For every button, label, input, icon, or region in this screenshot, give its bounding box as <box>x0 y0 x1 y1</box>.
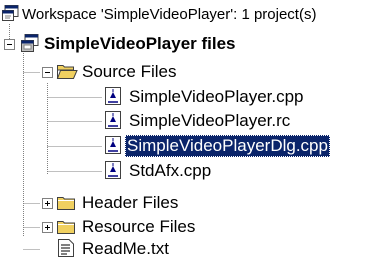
tree-row-file-readme[interactable]: ReadMe.txt <box>0 236 374 262</box>
readme-label: ReadMe.txt <box>82 239 169 258</box>
tree-row-folder-header-files[interactable]: Header Files <box>0 190 374 216</box>
header-files-label: Header Files <box>82 193 179 212</box>
cpp-file-icon <box>105 87 121 105</box>
folder-open-icon <box>56 65 78 79</box>
tree-row-file[interactable]: StdAfx.cpp <box>0 158 374 184</box>
tree-row-file[interactable]: SimpleVideoPlayer.cpp <box>0 84 374 110</box>
resource-files-expand-toggle[interactable] <box>42 222 53 233</box>
tree-row-file-selected[interactable]: SimpleVideoPlayerDlg.cpp <box>0 133 374 159</box>
cpp-file-icon <box>105 161 121 179</box>
project-label: SimpleVideoPlayer files <box>44 34 236 53</box>
folder-closed-icon <box>57 221 75 234</box>
tree-row-project[interactable]: SimpleVideoPlayer files <box>0 31 374 57</box>
cpp-file-icon <box>105 136 121 154</box>
file-label-selected: SimpleVideoPlayerDlg.cpp <box>125 135 330 157</box>
workspace-label: Workspace 'SimpleVideoPlayer': 1 project… <box>22 6 317 23</box>
project-collapse-toggle[interactable] <box>4 39 15 50</box>
project-icon <box>21 34 39 52</box>
source-files-label: Source Files <box>82 62 177 81</box>
tree-row-workspace[interactable]: Workspace 'SimpleVideoPlayer': 1 project… <box>0 2 374 28</box>
file-label: SimpleVideoPlayer.cpp <box>129 87 304 106</box>
header-files-expand-toggle[interactable] <box>42 198 53 209</box>
folder-closed-icon <box>57 197 75 210</box>
workspace-file-tree: Workspace 'SimpleVideoPlayer': 1 project… <box>0 0 374 259</box>
tree-row-file[interactable]: SimpleVideoPlayer.rc <box>0 108 374 134</box>
text-file-icon <box>58 239 74 257</box>
file-label: SimpleVideoPlayer.rc <box>129 111 291 130</box>
rc-file-icon <box>105 111 121 129</box>
workspace-icon <box>2 5 19 21</box>
resource-files-label: Resource Files <box>82 217 196 236</box>
file-label: StdAfx.cpp <box>129 161 212 180</box>
tree-row-folder-source-files[interactable]: Source Files <box>0 59 374 85</box>
source-files-collapse-toggle[interactable] <box>42 67 53 78</box>
